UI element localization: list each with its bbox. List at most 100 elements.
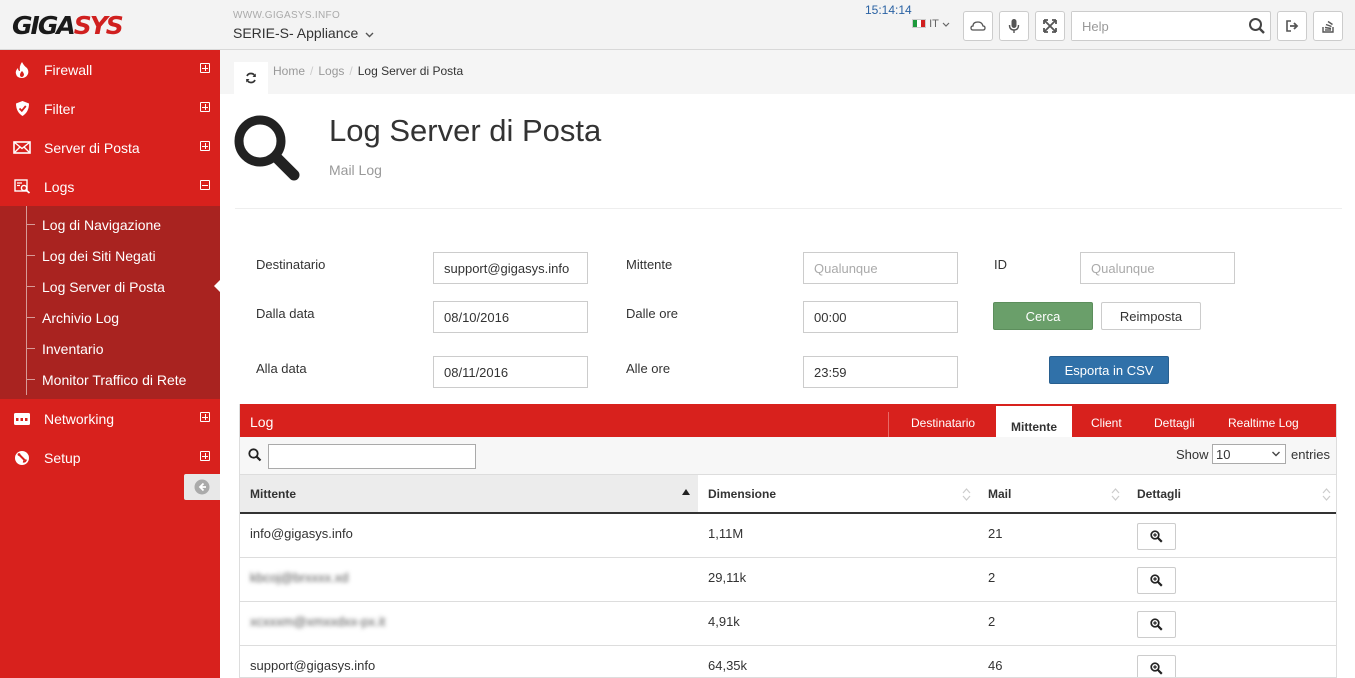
table-search-input[interactable]	[268, 444, 476, 469]
esporta-csv-button[interactable]: Esporta in CSV	[1049, 356, 1169, 384]
flame-icon	[0, 61, 44, 79]
reimposta-button[interactable]: Reimposta	[1101, 302, 1201, 330]
cerca-button[interactable]: Cerca	[993, 302, 1093, 330]
fullscreen-button[interactable]	[1035, 11, 1065, 41]
sidebar-item-label: Firewall	[44, 61, 93, 78]
sidebar-collapse-button[interactable]	[184, 474, 220, 500]
sidebar-item-filter[interactable]: Filter	[0, 89, 220, 128]
cell-dettagli	[1127, 601, 1336, 646]
table-row: support@gigasys.info 64,35k 46	[240, 645, 1336, 677]
tab-destinatario[interactable]: Destinatario	[911, 416, 975, 430]
gigasys-logo[interactable]: GIGASYS	[12, 11, 124, 40]
tab-dettagli[interactable]: Dettagli	[1154, 416, 1195, 430]
submenu-item-log-dei-siti-negati[interactable]: Log dei Siti Negati	[0, 240, 220, 271]
submenu-item-log-server-di-posta[interactable]: Log Server di Posta	[0, 271, 220, 302]
breadcrumb-home[interactable]: Home	[273, 64, 305, 78]
magnifier-icon	[232, 113, 302, 186]
appliance-selector[interactable]: SERIE-S- Appliance	[233, 25, 374, 41]
mittente-table: Mittente Dimensione Mail Dettagli info@g…	[240, 475, 1336, 677]
details-zoom-button[interactable]	[1137, 566, 1176, 594]
zoom-in-icon	[1150, 661, 1163, 675]
expand-plus-icon[interactable]	[200, 102, 210, 112]
cell-dettagli	[1127, 557, 1336, 602]
dalle-ore-label: Dalle ore	[626, 306, 679, 321]
tab-mittente[interactable]: Mittente	[996, 406, 1072, 439]
sidebar-item-label: Networking	[44, 410, 115, 427]
dalla-data-label: Dalla data	[256, 306, 315, 321]
sidebar-item-label: Logs	[44, 178, 75, 195]
cell-mail: 2	[978, 601, 1127, 646]
table-row: xcxxxm@xmxxdxx-px.it 4,91k 2	[240, 601, 1336, 646]
refresh-button[interactable]	[234, 62, 268, 94]
dalle-ore-field[interactable]	[803, 301, 958, 333]
sidebar-item-label: Filter	[44, 100, 76, 117]
id-label: ID	[994, 257, 1007, 272]
italy-flag-icon	[912, 19, 926, 28]
alle-ore-field[interactable]	[803, 356, 958, 388]
microphone-button[interactable]	[999, 11, 1029, 41]
submenu-item-log-di-navigazione[interactable]: Log di Navigazione	[0, 209, 220, 240]
expand-plus-icon[interactable]	[200, 63, 210, 73]
search-icon	[248, 448, 262, 462]
search-icon[interactable]	[1248, 17, 1266, 35]
sidebar-item-networking[interactable]: Networking	[0, 399, 220, 438]
dalla-data-field[interactable]	[433, 301, 588, 333]
site-url: WWW.GIGASYS.INFO	[233, 10, 341, 21]
page-subtitle: Mail Log	[329, 162, 382, 178]
submenu-item-monitor-traffico-di-rete[interactable]: Monitor Traffico di Rete	[0, 364, 220, 395]
column-header-dettagli[interactable]: Dettagli	[1127, 475, 1336, 514]
sort-both-icon	[1111, 488, 1120, 501]
submenu-item-inventario[interactable]: Inventario	[0, 333, 220, 364]
sort-both-icon	[1322, 488, 1331, 501]
sidebar-item-firewall[interactable]: Firewall	[0, 50, 220, 89]
cell-mittente: kbcoj@brxxxx.xd	[240, 557, 698, 602]
logout-button[interactable]	[1277, 11, 1307, 41]
log-panel-title: Log	[250, 414, 274, 430]
stack-exchange-button[interactable]	[1313, 11, 1343, 41]
page-title: Log Server di Posta	[329, 113, 602, 148]
logs-submenu: Log di Navigazione Log dei Siti Negati L…	[0, 206, 220, 399]
sidebar-item-server-di-posta[interactable]: Server di Posta	[0, 128, 220, 167]
alle-ore-label: Alle ore	[626, 361, 671, 376]
collapse-minus-icon[interactable]	[200, 180, 210, 190]
submenu-item-archivio-log[interactable]: Archivio Log	[0, 302, 220, 333]
show-label: Show	[1176, 447, 1209, 462]
expand-plus-icon[interactable]	[200, 451, 210, 461]
microphone-icon	[1008, 19, 1020, 33]
tab-client[interactable]: Client	[1091, 416, 1122, 430]
cell-mittente: info@gigasys.info	[240, 513, 698, 558]
sidebar-item-logs[interactable]: Logs	[0, 167, 220, 206]
cell-dettagli	[1127, 645, 1336, 677]
tab-divider	[888, 412, 889, 439]
arrow-circle-left-icon	[194, 479, 210, 495]
destinatario-field[interactable]	[433, 252, 588, 284]
cell-mail: 21	[978, 513, 1127, 558]
column-header-mittente[interactable]: Mittente	[240, 475, 698, 514]
sidebar-item-label: Server di Posta	[44, 139, 140, 156]
breadcrumb-logs[interactable]: Logs	[318, 64, 344, 78]
cloud-button[interactable]	[963, 11, 993, 41]
expand-plus-icon[interactable]	[200, 412, 210, 422]
column-header-mail[interactable]: Mail	[978, 475, 1127, 514]
setup-icon	[0, 450, 44, 466]
cell-mail: 2	[978, 557, 1127, 602]
chevron-down-icon	[1272, 451, 1280, 457]
tab-realtime-log[interactable]: Realtime Log	[1228, 416, 1299, 430]
details-zoom-button[interactable]	[1137, 654, 1176, 677]
mittente-field[interactable]	[803, 252, 958, 284]
cell-mail: 46	[978, 645, 1127, 677]
expand-plus-icon[interactable]	[200, 141, 210, 151]
envelope-icon	[0, 141, 44, 154]
column-header-dimensione[interactable]: Dimensione	[698, 475, 978, 514]
details-zoom-button[interactable]	[1137, 523, 1176, 550]
sidebar-item-setup[interactable]: Setup	[0, 438, 220, 477]
id-field[interactable]	[1080, 252, 1235, 284]
zoom-in-icon	[1150, 573, 1163, 587]
zoom-in-icon	[1150, 617, 1163, 631]
details-zoom-button[interactable]	[1137, 610, 1176, 638]
cell-dettagli	[1127, 513, 1336, 558]
help-search-input[interactable]	[1072, 12, 1232, 40]
alla-data-field[interactable]	[433, 356, 588, 388]
language-selector[interactable]: IT	[912, 18, 950, 30]
entries-per-page-select[interactable]: 10	[1212, 444, 1286, 464]
